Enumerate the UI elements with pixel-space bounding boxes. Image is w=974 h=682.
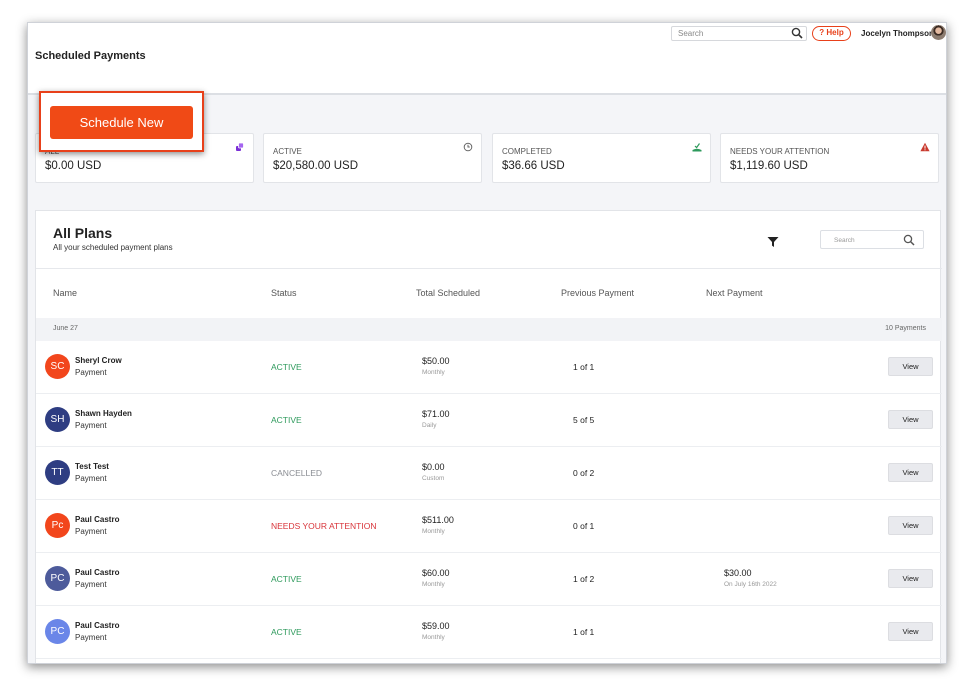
payment-type: Payment bbox=[75, 633, 107, 642]
stat-card-active[interactable]: ACTIVE $20,580.00 USD bbox=[263, 133, 482, 183]
payment-type: Payment bbox=[75, 527, 107, 536]
status-text: ACTIVE bbox=[271, 362, 302, 372]
payer-name: Paul Castro bbox=[75, 621, 120, 630]
page-title: Scheduled Payments bbox=[35, 50, 146, 62]
payer-name: Paul Castro bbox=[75, 515, 120, 524]
payment-type: Payment bbox=[75, 421, 107, 430]
previous-payment: 0 of 2 bbox=[573, 468, 595, 478]
stat-card-needs-attention[interactable]: NEEDS YOUR ATTENTION $1,119.60 USD bbox=[720, 133, 939, 183]
table-row[interactable]: TT Test Test Payment CANCELLED $0.00 Custom 0 … bbox=[36, 447, 942, 500]
table-row[interactable]: SH Shawn Hayden Payment ACTIVE $71.00 Daily 5 … bbox=[36, 394, 942, 447]
date-group-row: June 27 10 Payments bbox=[36, 318, 942, 341]
view-button[interactable]: View bbox=[888, 516, 933, 535]
group-date: June 27 bbox=[53, 325, 78, 332]
column-header-next-payment: Next Payment bbox=[706, 288, 763, 298]
next-payment: $30.00 bbox=[724, 568, 752, 578]
stat-value: $1,119.60 USD bbox=[730, 160, 808, 172]
status-text: NEEDS YOUR ATTENTION bbox=[271, 521, 377, 531]
plans-search-input[interactable]: Search bbox=[820, 230, 924, 249]
plans-subtitle: All your scheduled payment plans bbox=[53, 243, 173, 252]
search-icon[interactable] bbox=[791, 27, 803, 39]
plans-title: All Plans bbox=[53, 225, 113, 241]
next-payment-date: On July 16th 2022 bbox=[724, 581, 777, 588]
frequency: Monthly bbox=[422, 634, 445, 641]
table-row[interactable]: SC Sheryl Crow Payment ACTIVE $50.00 Monthly 1… bbox=[36, 341, 942, 394]
search-icon[interactable] bbox=[903, 234, 915, 246]
payment-type: Payment bbox=[75, 474, 107, 483]
all-plans-card: All Plans All your scheduled payment pla… bbox=[35, 210, 942, 663]
total-scheduled: $511.00 bbox=[422, 515, 454, 525]
previous-payment: 1 of 2 bbox=[573, 574, 595, 584]
filter-icon[interactable] bbox=[767, 236, 779, 248]
view-button[interactable]: View bbox=[888, 622, 933, 641]
avatar: PC bbox=[45, 619, 70, 644]
stat-value: $36.66 USD bbox=[502, 160, 565, 172]
total-scheduled: $50.00 bbox=[422, 356, 450, 366]
check-tray-icon bbox=[692, 143, 702, 152]
user-name[interactable]: Jocelyn Thompson bbox=[861, 29, 934, 38]
stat-value: $0.00 USD bbox=[45, 160, 102, 172]
stack-icon bbox=[236, 142, 244, 151]
total-scheduled: $0.00 bbox=[422, 462, 445, 472]
payment-type: Payment bbox=[75, 580, 107, 589]
previous-payment: 5 of 5 bbox=[573, 415, 595, 425]
view-button[interactable]: View bbox=[888, 410, 933, 429]
user-avatar[interactable] bbox=[931, 25, 946, 40]
stat-card-completed[interactable]: COMPLETED $36.66 USD bbox=[492, 133, 711, 183]
frequency: Monthly bbox=[422, 581, 445, 588]
payer-name: Sheryl Crow bbox=[75, 356, 122, 365]
page-header: Scheduled Payments bbox=[28, 43, 946, 95]
view-button[interactable]: View bbox=[888, 463, 933, 482]
frequency: Monthly bbox=[422, 369, 445, 376]
clock-icon bbox=[463, 142, 473, 152]
payer-name: Test Test bbox=[75, 462, 109, 471]
stat-label: NEEDS YOUR ATTENTION bbox=[730, 147, 830, 156]
frequency: Custom bbox=[422, 475, 445, 482]
stat-label: COMPLETED bbox=[502, 147, 552, 156]
view-button[interactable]: View bbox=[888, 357, 933, 376]
avatar: TT bbox=[45, 460, 70, 485]
frequency: Monthly bbox=[422, 528, 445, 535]
status-text: ACTIVE bbox=[271, 627, 302, 637]
table-row[interactable]: PC Paul Castro Payment ACTIVE $60.00 Monthly 1… bbox=[36, 553, 942, 606]
stat-value: $20,580.00 USD bbox=[273, 160, 359, 172]
app-window: Search ? Help Jocelyn Thompson Scheduled… bbox=[27, 22, 947, 664]
total-scheduled: $71.00 bbox=[422, 409, 450, 419]
previous-payment: 0 of 1 bbox=[573, 521, 595, 531]
group-count: 10 Payments bbox=[885, 325, 926, 332]
divider bbox=[36, 268, 942, 269]
avatar: Pc bbox=[45, 513, 70, 538]
avatar: SH bbox=[45, 407, 70, 432]
column-header-previous-payment: Previous Payment bbox=[561, 288, 635, 298]
warning-icon bbox=[920, 142, 930, 152]
frequency: Daily bbox=[422, 422, 437, 429]
search-placeholder: Search bbox=[834, 237, 855, 244]
schedule-new-callout: Schedule New bbox=[39, 91, 204, 152]
status-text: ACTIVE bbox=[271, 415, 302, 425]
column-header-status: Status bbox=[271, 288, 297, 298]
payer-name: Shawn Hayden bbox=[75, 409, 132, 418]
stat-label: ACTIVE bbox=[273, 147, 302, 156]
avatar: SC bbox=[45, 354, 70, 379]
previous-payment: 1 of 1 bbox=[573, 627, 595, 637]
view-button[interactable]: View bbox=[888, 569, 933, 588]
top-search-input[interactable]: Search bbox=[671, 26, 807, 41]
table-row[interactable]: Pc Paul Castro Payment NEEDS YOUR ATTENTION… bbox=[36, 500, 942, 553]
total-scheduled: $59.00 bbox=[422, 621, 450, 631]
column-header-name: Name bbox=[53, 288, 78, 298]
column-header-total-scheduled: Total Scheduled bbox=[416, 288, 481, 298]
table-row[interactable]: PC Paul Castro Payment ACTIVE $59.00 Monthly 1… bbox=[36, 606, 942, 659]
schedule-new-button[interactable]: Schedule New bbox=[50, 106, 193, 139]
previous-payment: 1 of 1 bbox=[573, 362, 595, 372]
top-bar: Search ? Help Jocelyn Thompson bbox=[28, 23, 946, 43]
payer-name: Paul Castro bbox=[75, 568, 120, 577]
avatar: PC bbox=[45, 566, 70, 591]
status-text: ACTIVE bbox=[271, 574, 302, 584]
total-scheduled: $60.00 bbox=[422, 568, 450, 578]
help-button[interactable]: ? Help bbox=[812, 26, 851, 41]
payment-type: Payment bbox=[75, 368, 107, 377]
status-text: CANCELLED bbox=[271, 468, 323, 478]
